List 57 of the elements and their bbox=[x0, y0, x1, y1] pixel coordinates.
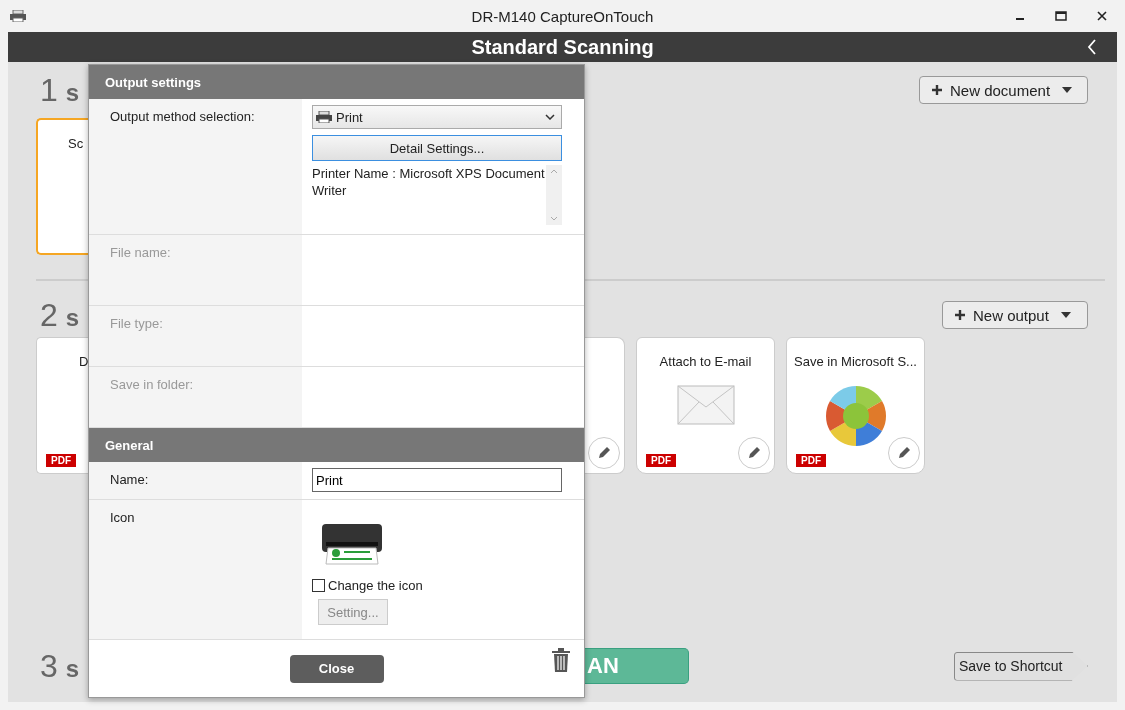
card-title: D bbox=[79, 354, 89, 369]
card-title: Sc bbox=[68, 136, 84, 151]
caret-icon bbox=[1062, 87, 1073, 93]
pdf-badge: PDF bbox=[646, 454, 676, 467]
caret-icon bbox=[1060, 312, 1071, 318]
save-to-shortcut-button[interactable]: Save to Shortcut bbox=[954, 651, 1088, 681]
envelope-icon bbox=[676, 385, 735, 425]
printer-icon bbox=[10, 10, 26, 22]
output-card[interactable]: Save in Microsoft S... PDF bbox=[786, 337, 925, 474]
checkbox[interactable] bbox=[312, 579, 325, 592]
output-card[interactable]: D PDF bbox=[36, 337, 88, 474]
name-field[interactable]: Print bbox=[312, 468, 562, 492]
new-document-button[interactable]: New document bbox=[919, 76, 1088, 104]
printer-info-box: Printer Name : Microsoft XPS Document Writer bbox=[312, 165, 562, 225]
output-card[interactable]: Attach to E-mail PDF bbox=[636, 337, 775, 474]
step-number: 3 bbox=[39, 647, 58, 685]
step-number: 2 bbox=[39, 296, 58, 334]
color-wheel-icon bbox=[824, 385, 887, 447]
detail-settings-button[interactable]: Detail Settings... bbox=[312, 135, 562, 161]
field-label: Name: bbox=[110, 472, 149, 487]
field-label: Save in folder: bbox=[110, 377, 194, 392]
field-label: File type: bbox=[110, 316, 163, 331]
output-method-dropdown[interactable]: Print bbox=[312, 105, 562, 129]
back-icon[interactable] bbox=[1087, 39, 1097, 55]
step-title: s bbox=[65, 303, 80, 332]
pdf-badge: PDF bbox=[796, 454, 826, 467]
pencil-icon bbox=[746, 445, 762, 461]
close-button[interactable]: Close bbox=[289, 654, 384, 683]
checkbox-label: Change the icon bbox=[328, 578, 423, 593]
field-label: File name: bbox=[110, 245, 171, 260]
card-title: Attach to E-mail bbox=[659, 354, 752, 369]
field-label: Output method selection: bbox=[110, 109, 255, 124]
step-title: s bbox=[65, 654, 80, 683]
edit-button[interactable] bbox=[738, 437, 770, 469]
step-number: 1 bbox=[39, 71, 58, 109]
pencil-icon bbox=[596, 445, 612, 461]
plus-icon bbox=[932, 85, 942, 95]
section-title: Output settings bbox=[105, 74, 202, 90]
step-title: s bbox=[65, 78, 80, 107]
plus-icon bbox=[955, 310, 965, 320]
screen-title: Standard Scanning bbox=[471, 35, 654, 59]
window-title: DR-M140 CaptureOnTouch bbox=[471, 7, 654, 25]
printer-icon bbox=[320, 522, 384, 566]
trash-icon[interactable] bbox=[552, 648, 570, 672]
edit-button[interactable] bbox=[888, 437, 920, 469]
field-label: Icon bbox=[110, 510, 135, 525]
printer-icon bbox=[316, 111, 332, 123]
new-output-button[interactable]: New output bbox=[942, 301, 1088, 329]
chevron-down-icon bbox=[545, 114, 555, 120]
pdf-badge: PDF bbox=[46, 454, 76, 467]
document-card[interactable]: Sc bbox=[36, 118, 88, 255]
maximize-icon[interactable] bbox=[1055, 11, 1067, 21]
close-icon[interactable] bbox=[1097, 11, 1107, 21]
pencil-icon bbox=[896, 445, 912, 461]
edit-button[interactable] bbox=[588, 437, 620, 469]
section-title: General bbox=[105, 437, 154, 453]
card-title: Save in Microsoft S... bbox=[794, 354, 917, 369]
